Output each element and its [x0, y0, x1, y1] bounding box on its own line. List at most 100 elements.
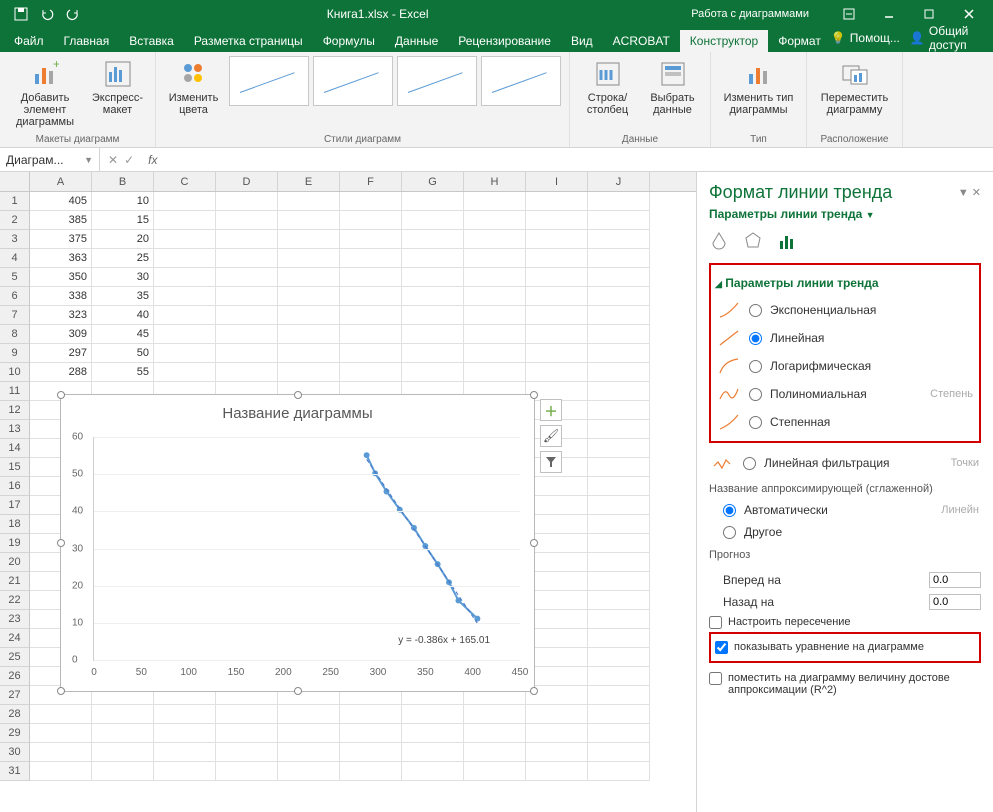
row-header[interactable]: 11 [0, 382, 30, 401]
row-header[interactable]: 29 [0, 724, 30, 743]
cell[interactable] [278, 743, 340, 762]
cell[interactable] [154, 268, 216, 287]
radio-moving-average[interactable] [743, 457, 756, 470]
cell[interactable] [464, 363, 526, 382]
cell[interactable] [588, 553, 650, 572]
cell[interactable] [216, 325, 278, 344]
cell[interactable] [278, 762, 340, 781]
cell[interactable] [402, 211, 464, 230]
cell[interactable] [278, 211, 340, 230]
cell[interactable] [588, 363, 650, 382]
cell[interactable] [588, 743, 650, 762]
style-thumb[interactable] [481, 56, 561, 106]
cell[interactable] [588, 629, 650, 648]
cell[interactable] [154, 306, 216, 325]
trendline-equation[interactable]: y = -0.386x + 165.01 [398, 635, 490, 646]
cell[interactable] [154, 762, 216, 781]
cell[interactable] [402, 724, 464, 743]
cell[interactable] [30, 762, 92, 781]
cell[interactable] [154, 724, 216, 743]
cell[interactable]: 15 [92, 211, 154, 230]
cell[interactable] [30, 705, 92, 724]
cell[interactable] [402, 363, 464, 382]
cell[interactable] [464, 705, 526, 724]
column-header[interactable]: J [588, 172, 650, 191]
tab-data[interactable]: Данные [385, 30, 448, 52]
cell[interactable] [340, 192, 402, 211]
cell[interactable]: 405 [30, 192, 92, 211]
cell[interactable] [464, 268, 526, 287]
cell[interactable] [278, 344, 340, 363]
row-header[interactable]: 14 [0, 439, 30, 458]
cell[interactable] [340, 211, 402, 230]
section-trendline-options[interactable]: Параметры линии тренда [725, 276, 878, 290]
cell[interactable] [588, 591, 650, 610]
cell[interactable]: 45 [92, 325, 154, 344]
switch-row-column-button[interactable]: Строка/столбец [578, 56, 637, 118]
cell[interactable] [278, 306, 340, 325]
cell[interactable] [526, 230, 588, 249]
undo-icon[interactable] [36, 3, 58, 25]
cell[interactable] [526, 192, 588, 211]
trendline-options-icon[interactable] [777, 231, 797, 251]
cell[interactable] [402, 230, 464, 249]
cell[interactable] [526, 553, 588, 572]
cell[interactable]: 10 [92, 192, 154, 211]
cell[interactable] [588, 439, 650, 458]
tab-home[interactable]: Главная [54, 30, 120, 52]
cell[interactable] [588, 572, 650, 591]
row-header[interactable]: 20 [0, 553, 30, 572]
cell[interactable] [588, 401, 650, 420]
cell[interactable] [464, 211, 526, 230]
column-header[interactable]: C [154, 172, 216, 191]
cell[interactable] [402, 705, 464, 724]
cell[interactable]: 30 [92, 268, 154, 287]
cell[interactable] [278, 249, 340, 268]
cell[interactable] [588, 496, 650, 515]
column-header[interactable]: F [340, 172, 402, 191]
cell[interactable] [526, 496, 588, 515]
cell[interactable] [588, 534, 650, 553]
cell[interactable] [154, 249, 216, 268]
cell[interactable] [340, 724, 402, 743]
cell[interactable] [588, 762, 650, 781]
cell[interactable] [216, 306, 278, 325]
cell[interactable] [278, 705, 340, 724]
row-header[interactable]: 3 [0, 230, 30, 249]
tab-file[interactable]: Файл [4, 30, 54, 52]
cell[interactable] [588, 211, 650, 230]
row-header[interactable]: 12 [0, 401, 30, 420]
style-thumb[interactable] [229, 56, 309, 106]
select-data-button[interactable]: Выбрать данные [643, 56, 702, 118]
chart-styles-button[interactable]: 🖌 [540, 425, 562, 447]
cell[interactable] [526, 515, 588, 534]
cell[interactable] [526, 249, 588, 268]
row-header[interactable]: 7 [0, 306, 30, 325]
chart-object[interactable]: Название диаграммы y = -0.386x + 165.01 … [60, 394, 535, 692]
radio-linear[interactable] [749, 332, 762, 345]
row-header[interactable]: 5 [0, 268, 30, 287]
cell[interactable] [526, 477, 588, 496]
row-header[interactable]: 10 [0, 363, 30, 382]
cell[interactable] [588, 192, 650, 211]
cell[interactable]: 323 [30, 306, 92, 325]
cell[interactable] [588, 344, 650, 363]
cell[interactable] [464, 192, 526, 211]
cell[interactable] [340, 344, 402, 363]
cell[interactable] [340, 287, 402, 306]
cell[interactable] [154, 344, 216, 363]
cell[interactable] [278, 325, 340, 344]
radio-logarithmic[interactable] [749, 360, 762, 373]
cell[interactable] [464, 724, 526, 743]
cell[interactable] [588, 477, 650, 496]
cell[interactable] [526, 648, 588, 667]
cell[interactable] [588, 287, 650, 306]
cell[interactable] [340, 230, 402, 249]
cell[interactable] [526, 363, 588, 382]
column-header[interactable]: D [216, 172, 278, 191]
cell[interactable] [402, 306, 464, 325]
row-header[interactable]: 25 [0, 648, 30, 667]
row-header[interactable]: 16 [0, 477, 30, 496]
cell[interactable] [526, 287, 588, 306]
cell[interactable] [526, 667, 588, 686]
